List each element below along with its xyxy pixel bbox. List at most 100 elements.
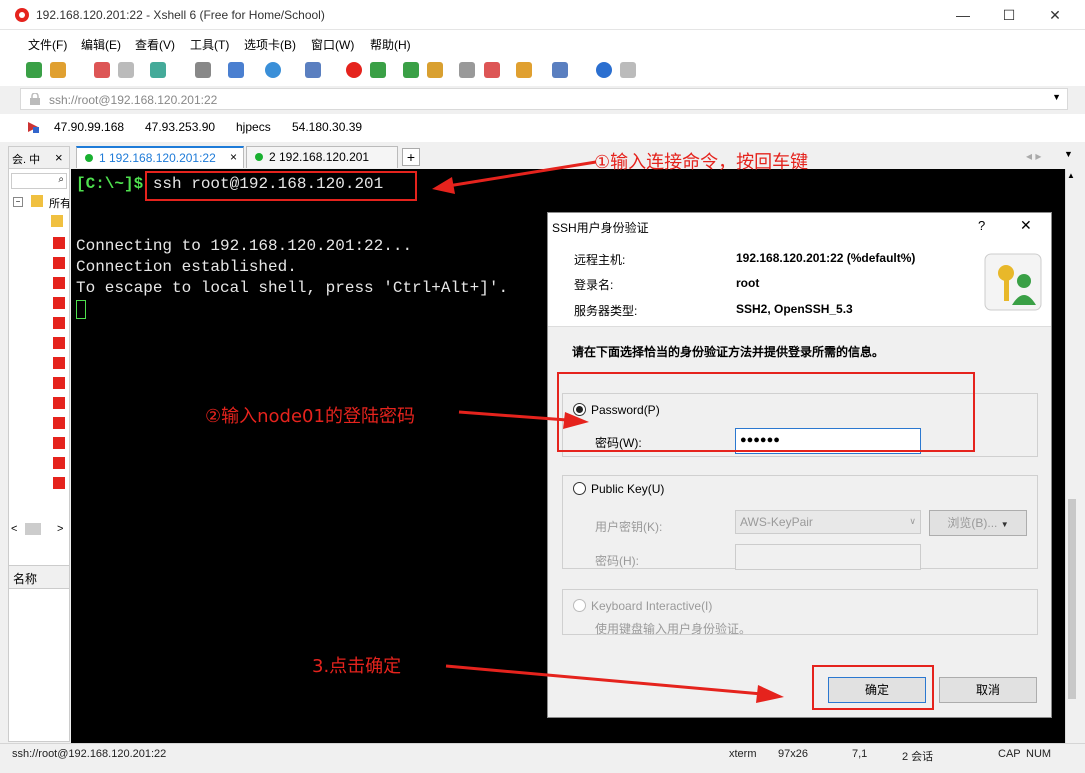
annotation-step-3: 3.点击确定 <box>312 656 402 677</box>
userkey-select[interactable]: AWS-KeyPair ∨ <box>735 510 921 534</box>
properties-icon[interactable] <box>150 62 166 78</box>
close-window-button[interactable]: ✕ <box>1032 0 1078 30</box>
lock-icon[interactable] <box>427 62 443 78</box>
server-type-label: 服务器类型: <box>574 304 638 318</box>
session-icons[interactable] <box>53 237 65 491</box>
title-bar: 192.168.120.201:22 - Xshell 6 (Free for … <box>0 0 1085 30</box>
dialog-close-button[interactable]: ✕ <box>1020 217 1032 234</box>
scroll-up-icon[interactable]: ▲ <box>1067 171 1075 180</box>
keyboard-interactive-radio[interactable] <box>573 599 586 612</box>
help-icon[interactable] <box>596 62 612 78</box>
dialog-help-button[interactable]: ? <box>978 218 985 233</box>
cancel-button[interactable]: 取消 <box>939 677 1037 703</box>
password-highlight-box <box>557 372 975 452</box>
userkey-label: 用户密钥(K): <box>595 520 663 534</box>
host-label: 远程主机: <box>574 253 626 267</box>
chevron-down-icon[interactable]: ▼ <box>1052 92 1061 102</box>
login-value: root <box>736 276 760 290</box>
chevron-down-icon: ∨ <box>909 516 916 526</box>
keyboard-interactive-description: 使用键盘输入用户身份验证。 <box>595 622 752 636</box>
sidebar-header: 会. 中 × <box>9 147 69 169</box>
keyboard-interactive-label[interactable]: Keyboard Interactive(I) <box>591 599 712 613</box>
terminal-prompt: [C:\~]$ <box>76 175 144 193</box>
command-highlight-box <box>145 171 417 201</box>
sidebar-close-button[interactable]: × <box>55 150 63 165</box>
tab-scroll-icon[interactable]: ◂ ▸ <box>1026 149 1041 163</box>
browse-label: 浏览(B)... <box>947 516 998 530</box>
pubkey-radio[interactable] <box>573 482 586 495</box>
scroll-right-icon[interactable]: > <box>57 523 63 535</box>
login-label: 登录名: <box>574 278 614 292</box>
menu-bar: 文件(F) 编辑(E) 查看(V) 工具(T) 选项卡(B) 窗口(W) 帮助(… <box>0 30 1085 56</box>
keyboard-interactive-group: Keyboard Interactive(I) 使用键盘输入用户身份验证。 <box>562 589 1038 636</box>
annotation-step-2: ②输入node01的登陆密码 <box>205 406 415 427</box>
maximize-button[interactable]: ☐ <box>986 0 1032 30</box>
fullscreen-icon[interactable] <box>403 62 419 78</box>
new-session-icon[interactable] <box>26 62 42 78</box>
menu-help[interactable]: 帮助(H) <box>370 36 411 53</box>
terminal-line: Connecting to 192.168.120.201:22... <box>76 237 413 255</box>
chevron-down-icon[interactable]: ▼ <box>1064 149 1073 159</box>
host-value: 192.168.120.201:22 (%default%) <box>736 251 916 265</box>
menu-tools[interactable]: 工具(T) <box>190 36 229 53</box>
address-bar[interactable]: ssh://root@192.168.120.201:22 ▼ <box>20 88 1068 110</box>
keyboard-icon[interactable] <box>459 62 475 78</box>
pubkey-group: Public Key(U) 用户密钥(K): AWS-KeyPair ∨ 浏览(… <box>562 475 1038 570</box>
folder-icon <box>31 195 43 207</box>
tab-session-1[interactable]: 1 192.168.120.201:22 × <box>76 146 244 168</box>
disconnect-icon[interactable] <box>118 62 134 78</box>
scrollbar-thumb[interactable] <box>1068 499 1076 699</box>
passphrase-label: 密码(H): <box>595 554 639 568</box>
userkey-value: AWS-KeyPair <box>740 515 813 529</box>
minimize-button[interactable]: — <box>940 0 986 30</box>
tab-session-2[interactable]: 2 192.168.120.201 <box>246 146 398 168</box>
status-connection: ssh://root@192.168.120.201:22 <box>12 748 167 760</box>
passphrase-input[interactable] <box>735 544 921 570</box>
tab-label: 2 192.168.120.201 <box>269 150 370 164</box>
terminal-line: Connection established. <box>76 258 297 276</box>
transfer-icon[interactable] <box>228 62 244 78</box>
quick-link[interactable]: hjpecs <box>236 120 271 134</box>
scroll-left-icon[interactable]: < <box>11 523 17 535</box>
open-folder-icon[interactable] <box>50 62 66 78</box>
xftp-icon[interactable] <box>370 62 386 78</box>
font-icon[interactable] <box>305 62 321 78</box>
globe-icon[interactable] <box>265 62 281 78</box>
menu-view[interactable]: 查看(V) <box>135 36 175 53</box>
sidebar-search[interactable]: ⌕ <box>11 173 67 189</box>
tab-close-button[interactable]: × <box>230 150 237 164</box>
status-terminal-type: xterm <box>729 748 757 760</box>
connected-icon <box>255 153 263 161</box>
session-sidebar: 会. 中 × ⌕ − 所有 < > 名称 <box>8 146 70 742</box>
xshell-icon[interactable] <box>346 62 362 78</box>
add-tab-button[interactable]: + <box>402 148 420 166</box>
chat-icon[interactable] <box>620 62 636 78</box>
quick-link[interactable]: 47.93.253.90 <box>145 120 215 134</box>
lock-icon <box>30 93 40 105</box>
pubkey-option-label[interactable]: Public Key(U) <box>591 482 664 496</box>
links-bar: 47.90.99.168 47.93.253.90 hjpecs 54.180.… <box>0 114 1085 142</box>
tile-icon[interactable] <box>552 62 568 78</box>
horizontal-scrollbar[interactable] <box>25 523 41 535</box>
find-icon[interactable] <box>195 62 211 78</box>
annotation-step-1: ①输入连接命令，按回车键 <box>594 152 809 173</box>
menu-file[interactable]: 文件(F) <box>28 36 67 53</box>
arrow-icon <box>445 664 784 703</box>
browse-button[interactable]: 浏览(B)... ▼ <box>929 510 1027 536</box>
menu-window[interactable]: 窗口(W) <box>311 36 354 53</box>
arrow-icon <box>458 410 589 429</box>
menu-edit[interactable]: 编辑(E) <box>81 36 121 53</box>
tree-root-label[interactable]: 所有 <box>49 195 69 211</box>
compose-icon[interactable] <box>484 62 500 78</box>
quick-link[interactable]: 54.180.30.39 <box>292 120 362 134</box>
tree-expander[interactable]: − <box>13 197 23 207</box>
reconnect-icon[interactable] <box>94 62 110 78</box>
terminal-scrollbar[interactable]: ▲ <box>1065 169 1077 743</box>
menu-tabs[interactable]: 选项卡(B) <box>244 36 296 53</box>
quick-link[interactable]: 47.90.99.168 <box>54 120 124 134</box>
search-icon[interactable]: ⌕ <box>58 174 64 185</box>
instruction-text: 请在下面选择恰当的身份验证方法并提供登录所需的信息。 <box>572 345 885 359</box>
terminal-line: To escape to local shell, press 'Ctrl+Al… <box>76 279 509 297</box>
folder-icon[interactable] <box>51 215 63 227</box>
layout-icon[interactable] <box>516 62 532 78</box>
